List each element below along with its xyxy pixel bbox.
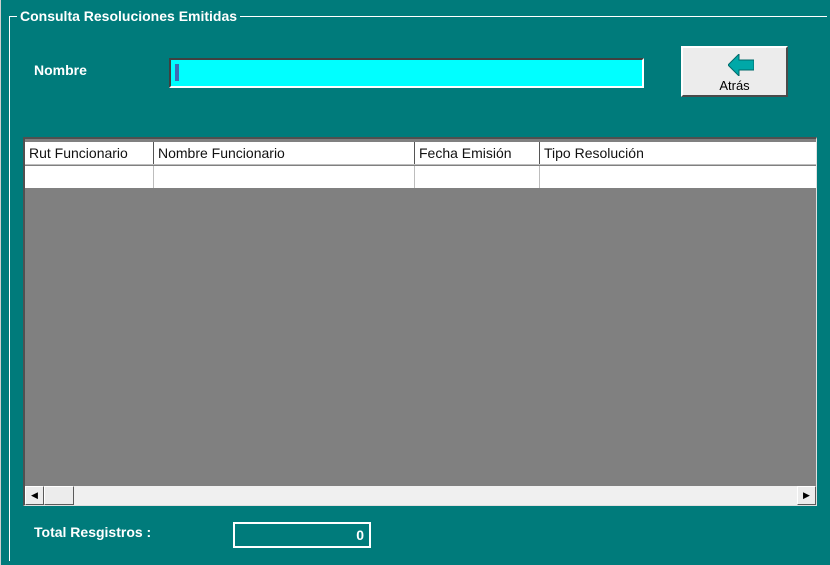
name-input[interactable]: [169, 58, 644, 88]
back-button-label: Atrás: [719, 78, 750, 93]
table-cell[interactable]: [25, 166, 154, 188]
column-header-rut[interactable]: Rut Funcionario: [25, 142, 154, 164]
grid-header: Rut Funcionario Nombre Funcionario Fecha…: [25, 142, 816, 165]
main-window: Consulta Resoluciones Emitidas Nombre At…: [0, 0, 830, 565]
table-cell[interactable]: [415, 166, 540, 188]
back-arrow-icon: [728, 54, 754, 76]
table-cell[interactable]: [540, 166, 816, 188]
scroll-right-icon[interactable]: ▶: [797, 486, 816, 505]
frame-title: Consulta Resoluciones Emitidas: [17, 7, 241, 25]
name-label: Nombre: [34, 62, 87, 78]
table-cell[interactable]: [154, 166, 415, 188]
horizontal-scrollbar[interactable]: ◀ ▶: [25, 486, 816, 505]
text-caret: [175, 64, 179, 81]
total-label: Total Resgistros :: [34, 524, 152, 540]
results-grid[interactable]: Rut Funcionario Nombre Funcionario Fecha…: [23, 137, 817, 506]
total-records-value: 0: [233, 522, 371, 548]
scroll-left-icon[interactable]: ◀: [25, 486, 44, 505]
table-row[interactable]: [25, 166, 816, 188]
column-header-tipo[interactable]: Tipo Resolución: [540, 142, 816, 164]
back-button[interactable]: Atrás: [681, 46, 788, 97]
scroll-thumb[interactable]: [44, 486, 74, 505]
column-header-fecha[interactable]: Fecha Emisión: [415, 142, 540, 164]
column-header-nombre[interactable]: Nombre Funcionario: [154, 142, 415, 164]
